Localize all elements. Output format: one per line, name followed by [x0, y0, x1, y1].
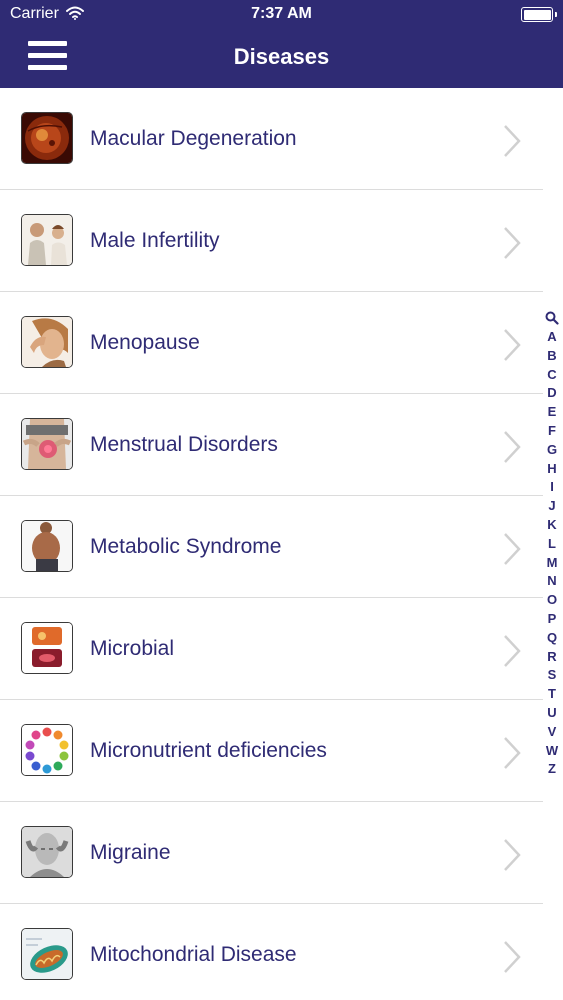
list-item[interactable]: Mitochondrial Disease [0, 904, 563, 1000]
list-item[interactable]: Metabolic Syndrome [0, 496, 563, 598]
chevron-right-icon [502, 736, 522, 775]
list-item[interactable]: Menstrual Disorders [0, 394, 563, 496]
chevron-right-icon [502, 328, 522, 367]
chevron-right-icon [502, 124, 522, 163]
section-index-bar[interactable]: A B C D E F G H I J K L M N O P Q R S T … [541, 308, 563, 779]
item-label: Male Infertility [90, 229, 220, 252]
status-bar: Carrier 7:37 AM [0, 0, 563, 30]
chevron-right-icon [502, 634, 522, 673]
index-letter[interactable]: N [541, 572, 563, 591]
list-item[interactable]: Migraine [0, 802, 563, 904]
chevron-right-icon [502, 430, 522, 469]
chevron-right-icon [502, 838, 522, 877]
eye-retina-image [21, 112, 73, 164]
list-item[interactable]: Macular Degeneration [0, 88, 563, 190]
index-letter[interactable]: R [541, 648, 563, 667]
index-letter[interactable]: Q [541, 629, 563, 648]
nutrient-circle-image [21, 724, 73, 776]
index-letter[interactable]: S [541, 666, 563, 685]
couple-image [21, 214, 73, 266]
battery-icon [521, 7, 557, 22]
index-letter[interactable]: A [541, 328, 563, 347]
item-label: Mitochondrial Disease [90, 943, 297, 966]
index-letter[interactable]: M [541, 554, 563, 573]
index-letter[interactable]: K [541, 516, 563, 535]
item-label: Migraine [90, 841, 171, 864]
list-item[interactable]: Menopause [0, 292, 563, 394]
item-label: Microbial [90, 637, 175, 660]
index-letter[interactable]: B [541, 347, 563, 366]
obese-man-image [21, 520, 73, 572]
abdomen-pain-image [21, 418, 73, 470]
index-letter[interactable]: C [541, 366, 563, 385]
woman-headache-image [21, 316, 73, 368]
item-label: Micronutrient deficiencies [90, 739, 327, 762]
index-letter[interactable]: E [541, 403, 563, 422]
item-label: Menstrual Disorders [90, 433, 278, 456]
index-letter[interactable]: H [541, 460, 563, 479]
index-letter[interactable]: L [541, 535, 563, 554]
migraine-image [21, 826, 73, 878]
index-letter[interactable]: D [541, 384, 563, 403]
chevron-right-icon [502, 532, 522, 571]
index-letter[interactable]: V [541, 723, 563, 742]
index-letter[interactable]: I [541, 478, 563, 497]
index-letter[interactable]: J [541, 497, 563, 516]
chevron-right-icon [502, 940, 522, 979]
list-item[interactable]: Microbial [0, 598, 563, 700]
status-time: 7:37 AM [251, 5, 312, 22]
item-label: Menopause [90, 331, 200, 354]
search-icon[interactable] [541, 308, 563, 328]
index-letter[interactable]: F [541, 422, 563, 441]
page-title: Diseases [233, 44, 330, 69]
index-letter[interactable]: O [541, 591, 563, 610]
index-letter[interactable]: U [541, 704, 563, 723]
list-item[interactable]: Male Infertility [0, 190, 563, 292]
list-item[interactable]: Micronutrient deficiencies [0, 700, 563, 802]
mitochondria-image [21, 928, 73, 980]
index-letter[interactable]: W [541, 742, 563, 761]
chevron-right-icon [502, 226, 522, 265]
item-label: Metabolic Syndrome [90, 535, 282, 558]
microbes-image [21, 622, 73, 674]
disease-list: Macular Degeneration Male Infertility Me… [0, 88, 563, 1000]
index-letter[interactable]: T [541, 685, 563, 704]
index-letter[interactable]: G [541, 441, 563, 460]
index-letter[interactable]: P [541, 610, 563, 629]
top-bar: Carrier 7:37 AM Diseases [0, 0, 563, 88]
item-label: Macular Degeneration [90, 127, 297, 150]
index-letter[interactable]: Z [541, 760, 563, 779]
